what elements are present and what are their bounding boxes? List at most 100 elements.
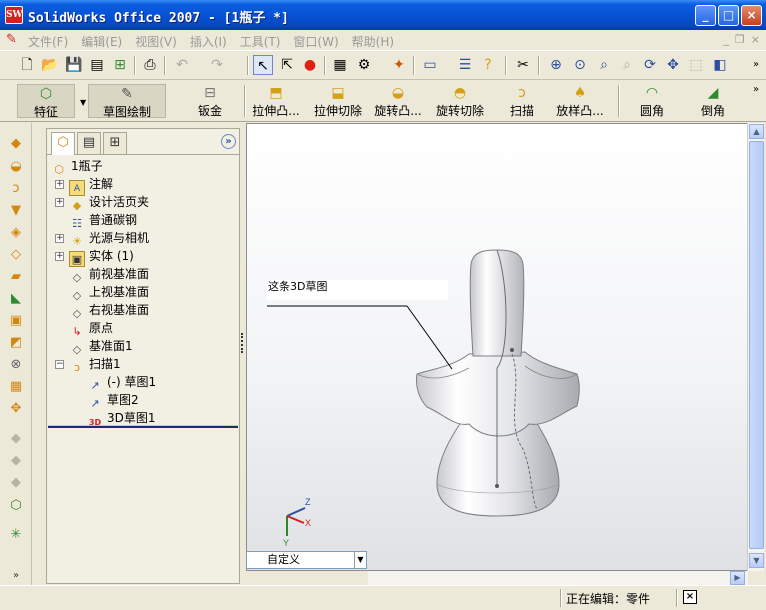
fillet-button[interactable]: ◠ 圆角: [638, 84, 666, 118]
revolve-boss-icon[interactable]: ◒: [7, 158, 25, 176]
tree-node-front-plane[interactable]: ◇ 前视基准面: [69, 265, 149, 284]
loft-button[interactable]: ♠ 放样凸...: [553, 84, 607, 118]
feature-manager-tab-icon[interactable]: ⬡: [51, 132, 75, 155]
pan-icon[interactable]: ✥: [663, 55, 683, 75]
help-icon[interactable]: ?: [478, 55, 498, 75]
horizontal-scrollbar[interactable]: ▶: [368, 571, 748, 585]
doc-close-icon[interactable]: ×: [751, 33, 760, 46]
tree-node-top-plane[interactable]: ◇ 上视基准面: [69, 283, 149, 302]
doc-restore-icon[interactable]: ❐: [735, 33, 745, 46]
select-arrow-icon[interactable]: ↖: [253, 55, 273, 75]
solidworks-logo-icon[interactable]: SW: [5, 6, 23, 24]
extrude-cut-icon[interactable]: ◈: [7, 224, 25, 242]
scroll-thumb[interactable]: [749, 141, 764, 549]
vertical-scrollbar[interactable]: ▲ ▼: [747, 123, 764, 571]
rib-icon[interactable]: ◩: [7, 334, 25, 352]
sweep-button[interactable]: ↄ 扫描: [508, 84, 536, 118]
collapse-panel-icon[interactable]: »: [221, 134, 236, 149]
graphics-area[interactable]: Z X Y 这条3D草图: [246, 123, 748, 571]
chevron-down-icon[interactable]: ▼: [354, 552, 366, 568]
configuration-manager-tab-icon[interactable]: ⊞: [103, 132, 127, 154]
chamfer-button[interactable]: ◢ 倒角: [699, 84, 727, 118]
expand-solid-bodies-icon[interactable]: +: [55, 252, 64, 261]
toolbar-overflow-icon[interactable]: »: [746, 55, 766, 75]
tree-node-sweep1[interactable]: ↄ 扫描1: [69, 355, 121, 374]
shell-icon[interactable]: ▣: [7, 312, 25, 330]
draft-icon[interactable]: ◆: [7, 430, 25, 448]
grid-options-icon[interactable]: ▦: [330, 55, 350, 75]
rotate-view-icon[interactable]: ⟳: [640, 55, 660, 75]
tab-sheetmetal[interactable]: ⊟ 钣金: [170, 84, 250, 118]
loft-icon[interactable]: ▼: [7, 202, 25, 220]
sweep-cut-icon[interactable]: ▰: [7, 268, 25, 286]
menu-help[interactable]: 帮助(H): [352, 33, 394, 50]
menu-insert[interactable]: 插入(I): [190, 33, 227, 50]
status-close-icon[interactable]: ×: [683, 590, 697, 604]
collapse-sweep1-icon[interactable]: −: [55, 360, 64, 369]
extrude-cut-button[interactable]: ⬓ 拉伸切除: [312, 84, 364, 118]
tree-node-right-plane[interactable]: ◇ 右视基准面: [69, 301, 149, 320]
fillet-icon[interactable]: ◣: [7, 290, 25, 308]
maximize-button[interactable]: □: [718, 5, 739, 26]
wrap-icon[interactable]: ◆: [7, 474, 25, 492]
minimize-button[interactable]: _: [695, 5, 716, 26]
tree-node-part[interactable]: ⬡ 1瓶子: [51, 157, 102, 176]
revolve-cut-button[interactable]: ◓ 旋转切除: [434, 84, 486, 118]
display-style-icon[interactable]: ◧: [710, 55, 730, 75]
properties-icon[interactable]: ☰: [455, 55, 475, 75]
rebuild-traffic-light-icon[interactable]: ●: [300, 55, 320, 75]
new-document-icon[interactable]: 🗋: [17, 55, 37, 75]
tree-node-annotations[interactable]: A 注解: [69, 175, 113, 196]
tree-node-sketch2[interactable]: ↗ 草图2: [87, 391, 138, 410]
tools-icon[interactable]: ✂: [513, 55, 533, 75]
tree-node-sketch1[interactable]: ↗ (-) 草图1: [87, 373, 156, 392]
reference-geometry-icon[interactable]: ✳: [7, 526, 25, 544]
window-tile-icon[interactable]: ▭: [420, 55, 440, 75]
tree-node-lights-cameras[interactable]: ☀ 光源与相机: [69, 229, 149, 248]
menu-tools[interactable]: 工具(T): [240, 33, 281, 50]
sweep-icon[interactable]: ↄ: [7, 180, 25, 198]
tab-features[interactable]: ⬡ 特征: [17, 84, 75, 119]
revolve-cut-icon[interactable]: ◇: [7, 246, 25, 264]
expand-lights-cameras-icon[interactable]: +: [55, 234, 64, 243]
solidworks-menu-icon[interactable]: ✎: [6, 32, 22, 48]
doc-minimize-icon[interactable]: _: [723, 33, 729, 46]
close-button[interactable]: ×: [741, 5, 762, 26]
tree-node-material[interactable]: ☷ 普通碳钢: [69, 211, 137, 230]
select-other-icon[interactable]: ⇱: [277, 55, 297, 75]
options-dropdown-icon[interactable]: ⚙: [354, 55, 374, 75]
scroll-up-icon[interactable]: ▲: [749, 124, 764, 139]
customize-icon[interactable]: ✦: [389, 55, 409, 75]
extrude-boss-icon[interactable]: ◆: [7, 135, 25, 153]
dome-icon[interactable]: ◆: [7, 452, 25, 470]
undo-icon[interactable]: ↶: [172, 55, 192, 75]
tree-node-plane1[interactable]: ◇ 基准面1: [69, 337, 133, 356]
zoom-to-selection-icon[interactable]: ⌕: [617, 55, 637, 75]
zoom-to-fit-icon[interactable]: ⊕: [546, 55, 566, 75]
make-assembly-icon[interactable]: ⊞: [110, 55, 130, 75]
tab-sketch[interactable]: ✎ 草图绘制: [88, 84, 166, 119]
rollback-bar[interactable]: [48, 425, 238, 428]
view-orientation-icon[interactable]: ⬚: [686, 55, 706, 75]
property-manager-tab-icon[interactable]: ▤: [77, 132, 101, 154]
zoom-in-out-icon[interactable]: ⌕: [594, 55, 614, 75]
hole-icon[interactable]: ⊗: [7, 356, 25, 374]
redo-icon[interactable]: ↷: [207, 55, 227, 75]
vertical-toolbar-overflow-icon[interactable]: »: [7, 567, 25, 585]
extrude-boss-button[interactable]: ⬒ 拉伸凸...: [249, 84, 303, 118]
instant3d-icon[interactable]: ⬡: [7, 497, 25, 515]
scroll-down-icon[interactable]: ▼: [749, 553, 764, 568]
menu-view[interactable]: 视图(V): [135, 33, 177, 50]
print-icon[interactable]: ⎙: [140, 55, 160, 75]
menu-window[interactable]: 窗口(W): [293, 33, 338, 50]
scroll-right-icon[interactable]: ▶: [730, 571, 745, 585]
tree-node-origin[interactable]: ↳ 原点: [69, 319, 113, 338]
open-folder-icon[interactable]: 📂: [40, 55, 60, 75]
command-overflow-icon[interactable]: »: [746, 80, 766, 100]
configuration-select[interactable]: 自定义 ▼: [246, 551, 367, 569]
pattern-icon[interactable]: ▦: [7, 378, 25, 396]
zoom-to-area-icon[interactable]: ⊙: [570, 55, 590, 75]
tree-node-solid-bodies[interactable]: ▣ 实体 (1): [69, 247, 134, 267]
expand-annotations-icon[interactable]: +: [55, 180, 64, 189]
menu-file[interactable]: 文件(F): [28, 33, 68, 50]
